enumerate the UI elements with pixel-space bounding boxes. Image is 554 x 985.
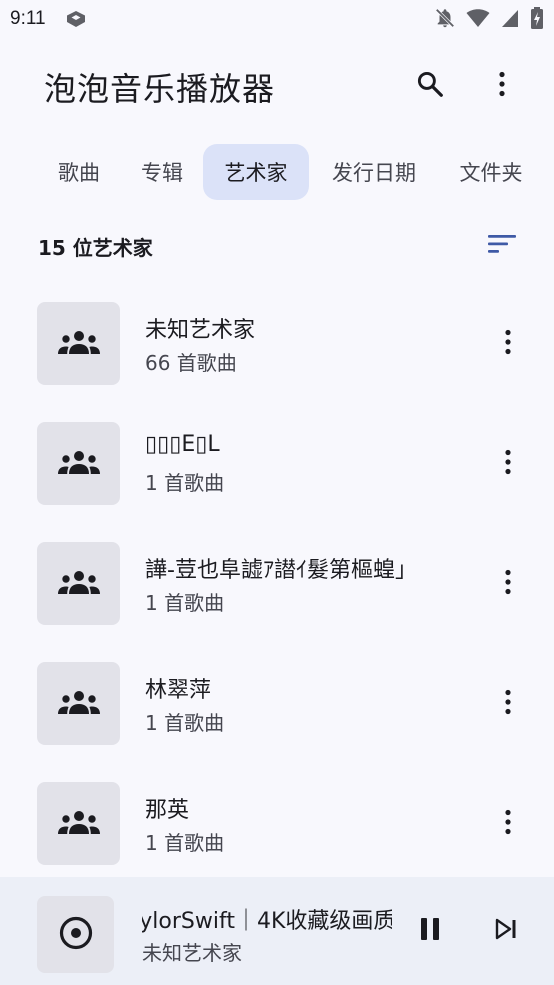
- artist-name: 林翠萍: [145, 678, 212, 703]
- group-icon: [57, 448, 101, 480]
- artist-more-button[interactable]: [484, 680, 532, 728]
- artist-more-button[interactable]: [484, 800, 532, 848]
- artist-song-count: 1 首歌曲: [145, 471, 225, 495]
- artist-thumbnail: [37, 662, 120, 745]
- group-icon: [57, 688, 101, 720]
- artist-song-count: 1 首歌曲: [145, 591, 225, 615]
- skip-next-icon: [494, 918, 518, 944]
- artist-name: 那英: [145, 798, 190, 823]
- list-item[interactable]: ▯▯▯E▯L 1 首歌曲: [0, 400, 554, 520]
- artist-name: ▯▯▯E▯L: [145, 432, 220, 457]
- now-playing-artist: 未知艺术家: [142, 941, 242, 965]
- artist-thumbnail: [37, 542, 120, 625]
- app-notification-icon: [64, 8, 86, 30]
- tab-songs[interactable]: 歌曲: [40, 144, 118, 200]
- pause-icon: [419, 917, 441, 945]
- skip-next-button[interactable]: [482, 907, 530, 955]
- artist-name: 譁-荳也阜譃ｱ譛ｲ髮第樞蝗」: [145, 558, 417, 583]
- top-app-bar: 泡泡音乐播放器: [0, 56, 554, 116]
- album-disc-icon: [58, 915, 94, 955]
- list-item[interactable]: 未知艺术家 66 首歌曲: [0, 280, 554, 400]
- mini-player[interactable]: TaylorSwift｜4K收藏级画质 未知艺术家: [0, 877, 554, 985]
- sort-icon: [487, 233, 517, 259]
- list-header: 15 位艺术家: [0, 222, 554, 270]
- artist-more-button[interactable]: [484, 320, 532, 368]
- wifi-icon: [466, 7, 490, 29]
- group-icon: [57, 328, 101, 360]
- more-vert-icon: [504, 569, 512, 599]
- search-icon: [415, 69, 445, 103]
- now-playing-title: TaylorSwift｜4K收藏级画质: [142, 909, 392, 933]
- notifications-off-icon: [434, 7, 456, 29]
- artist-thumbnail: [37, 422, 120, 505]
- list-item[interactable]: 那英 1 首歌曲: [0, 760, 554, 880]
- more-vert-icon: [504, 329, 512, 359]
- group-icon: [57, 568, 101, 600]
- artist-name: 未知艺术家: [145, 318, 256, 343]
- now-playing-artwork: [37, 896, 114, 973]
- search-button[interactable]: [406, 62, 454, 110]
- more-vert-icon: [504, 809, 512, 839]
- tab-release-date[interactable]: 发行日期: [318, 144, 430, 200]
- overflow-menu-button[interactable]: [478, 62, 526, 110]
- status-bar: 9:11: [0, 0, 554, 38]
- more-vert-icon: [504, 449, 512, 479]
- pause-button[interactable]: [406, 907, 454, 955]
- artist-more-button[interactable]: [484, 560, 532, 608]
- tab-albums[interactable]: 专辑: [124, 144, 200, 200]
- tab-artists[interactable]: 艺术家: [203, 144, 309, 200]
- list-item[interactable]: 林翠萍 1 首歌曲: [0, 640, 554, 760]
- battery-charging-icon: [530, 6, 544, 30]
- artist-more-button[interactable]: [484, 440, 532, 488]
- artist-song-count: 1 首歌曲: [145, 831, 225, 855]
- cellular-signal-icon: [500, 7, 520, 29]
- artist-song-count: 1 首歌曲: [145, 711, 225, 735]
- group-icon: [57, 808, 101, 840]
- tab-bar: 歌曲 专辑 艺术家 发行日期 文件夹: [0, 144, 554, 200]
- tab-folders[interactable]: 文件夹: [444, 144, 538, 200]
- sort-button[interactable]: [480, 226, 524, 266]
- more-vert-icon: [504, 689, 512, 719]
- artist-thumbnail: [37, 782, 120, 865]
- list-item[interactable]: 譁-荳也阜譃ｱ譛ｲ髮第樞蝗」 1 首歌曲: [0, 520, 554, 640]
- artist-count-label: 15 位艺术家: [38, 236, 153, 260]
- artist-song-count: 66 首歌曲: [145, 351, 237, 375]
- more-vert-icon: [498, 71, 506, 101]
- artist-thumbnail: [37, 302, 120, 385]
- app-title: 泡泡音乐播放器: [44, 70, 276, 108]
- status-time: 9:11: [10, 8, 46, 29]
